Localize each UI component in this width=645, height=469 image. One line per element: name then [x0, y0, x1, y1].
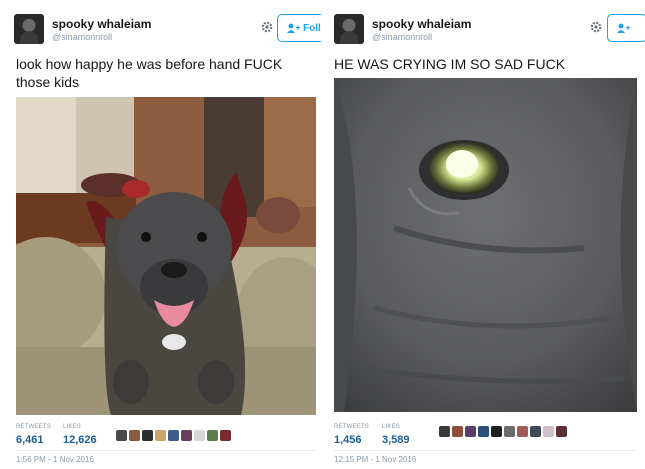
tweet-text-line: those kids — [16, 74, 80, 90]
gear-icon[interactable] — [589, 20, 603, 34]
liker-avatar[interactable] — [491, 426, 502, 437]
liker-avatar[interactable] — [556, 426, 567, 437]
add-user-icon — [617, 23, 630, 33]
liker-avatar[interactable] — [129, 430, 140, 441]
liker-avatar[interactable] — [207, 430, 218, 441]
add-user-icon — [287, 23, 300, 33]
gear-icon-graphic — [261, 21, 273, 33]
user-handle[interactable]: @sinamonnroll — [52, 32, 112, 42]
liker-avatar[interactable] — [194, 430, 205, 441]
liker-avatar[interactable] — [155, 430, 166, 441]
tweet-photo[interactable] — [16, 97, 316, 415]
user-handle[interactable]: @sinamonnroll — [372, 32, 432, 42]
liker-avatar[interactable] — [517, 426, 528, 437]
liker-avatar[interactable] — [478, 426, 489, 437]
liker-avatar[interactable] — [504, 426, 515, 437]
tweet-card-left: spooky whaleiam @sinamonnroll Foll look … — [0, 0, 322, 469]
divider-line — [334, 450, 637, 451]
dog-photo-image — [16, 97, 316, 415]
tweet-text: HE WAS CRYING IM SO SAD FUCK — [334, 56, 566, 72]
tweet-timestamp[interactable]: 1:56 PM - 1 Nov 2016 — [16, 455, 94, 464]
avatar[interactable] — [14, 14, 44, 44]
follow-button[interactable]: Foll — [277, 14, 322, 42]
avatar[interactable] — [334, 14, 364, 44]
retweets-count[interactable]: 1,456 — [334, 434, 362, 446]
tweet-text-line: look how happy he was before hand FUCK — [16, 56, 283, 72]
follow-button[interactable] — [607, 14, 645, 42]
tweet-photo[interactable] — [334, 78, 637, 412]
gear-icon-graphic — [590, 21, 602, 33]
tweet-header: spooky whaleiam @sinamonnroll Foll — [14, 14, 322, 48]
tweet-stats: RETWEETS 6,461 LIKES 12,626 — [16, 424, 316, 456]
liker-avatar[interactable] — [439, 426, 450, 437]
liker-avatar[interactable] — [116, 430, 127, 441]
liker-avatar[interactable] — [465, 426, 476, 437]
tweet-stats: RETWEETS 1,456 LIKES 3,589 — [334, 424, 637, 456]
liker-avatar[interactable] — [530, 426, 541, 437]
tweet-card-right: spooky whaleiam @sinamonnroll HE WAS CRY… — [326, 0, 645, 469]
liker-avatars — [116, 430, 231, 441]
likes-label: LIKES — [63, 424, 82, 430]
tweet-timestamp[interactable]: 12:15 PM - 1 Nov 2016 — [334, 455, 416, 464]
follow-button-label: Foll — [303, 22, 321, 34]
tweet-text: look how happy he was before hand FUCK t… — [16, 55, 282, 91]
gear-icon[interactable] — [260, 20, 274, 34]
retweets-label: RETWEETS — [334, 424, 369, 430]
retweets-label: RETWEETS — [16, 424, 51, 430]
likes-count[interactable]: 12,626 — [63, 434, 97, 446]
tweet-header: spooky whaleiam @sinamonnroll — [334, 14, 645, 48]
divider-line — [16, 450, 316, 451]
liker-avatar[interactable] — [168, 430, 179, 441]
liker-avatar[interactable] — [181, 430, 192, 441]
liker-avatars — [439, 426, 567, 437]
liker-avatar[interactable] — [142, 430, 153, 441]
display-name[interactable]: spooky whaleiam — [52, 17, 151, 31]
likes-label: LIKES — [382, 424, 401, 430]
dog-eye-photo-image — [334, 78, 637, 412]
liker-avatar[interactable] — [543, 426, 554, 437]
likes-count[interactable]: 3,589 — [382, 434, 410, 446]
liker-avatar[interactable] — [220, 430, 231, 441]
liker-avatar[interactable] — [452, 426, 463, 437]
retweets-count[interactable]: 6,461 — [16, 434, 44, 446]
display-name[interactable]: spooky whaleiam — [372, 17, 471, 31]
